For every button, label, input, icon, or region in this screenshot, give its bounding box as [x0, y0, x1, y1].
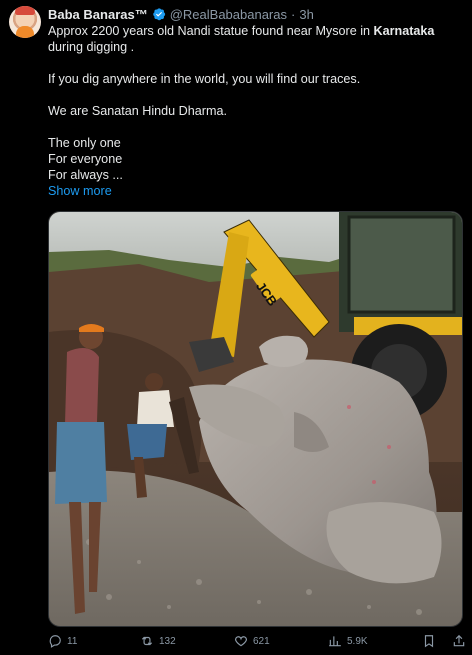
share-icon	[453, 634, 465, 647]
views-button[interactable]: 5.9K	[328, 632, 368, 650]
like-button[interactable]: 621	[234, 632, 270, 650]
reply-button[interactable]: 11	[48, 632, 77, 650]
show-more-link[interactable]: Show more	[48, 184, 112, 198]
tweet[interactable]: Baba Banaras™ @RealBababanaras · 3h Appr…	[0, 0, 472, 655]
tweet-paragraph-3: We are Sanatan Hindu Dharma.	[48, 104, 227, 118]
bold-location: Karnataka	[373, 24, 435, 38]
action-bar: 11 132 621 5.9K	[48, 632, 468, 650]
author-handle[interactable]: @RealBababanaras	[170, 7, 287, 22]
avatar[interactable]	[9, 6, 41, 38]
reply-count: 11	[67, 635, 78, 647]
tweet-line-a: The only one	[48, 136, 121, 150]
verified-badge-icon	[152, 8, 165, 21]
tweet-line-c: For always ...	[48, 168, 123, 182]
bookmark-icon	[424, 635, 434, 648]
tweet-header: Baba Banaras™ @RealBababanaras · 3h	[48, 6, 314, 22]
share-button[interactable]	[452, 632, 466, 650]
excavation-photo: JCB	[49, 212, 462, 626]
tweet-line-2: during digging .	[48, 40, 135, 54]
repost-icon	[141, 636, 153, 646]
reply-icon	[49, 635, 61, 648]
tweet-line-1: Approx 2200 years old Nandi statue found…	[48, 24, 435, 38]
repost-count: 132	[159, 635, 176, 647]
separator-dot: ·	[291, 6, 296, 22]
tweet-paragraph-2: If you dig anywhere in the world, you wi…	[48, 72, 361, 86]
like-icon	[235, 636, 247, 647]
author-name[interactable]: Baba Banaras™	[48, 7, 148, 22]
tweet-line-b: For everyone	[48, 152, 123, 166]
tweet-text: Approx 2200 years old Nandi statue found…	[48, 23, 458, 183]
repost-button[interactable]: 132	[140, 632, 176, 650]
bookmark-button[interactable]	[422, 632, 436, 650]
views-count: 5.9K	[347, 635, 368, 647]
like-count: 621	[253, 635, 270, 647]
views-icon	[329, 636, 341, 647]
tweet-time[interactable]: 3h	[299, 7, 313, 22]
tweet-photo[interactable]: JCB	[48, 211, 463, 627]
